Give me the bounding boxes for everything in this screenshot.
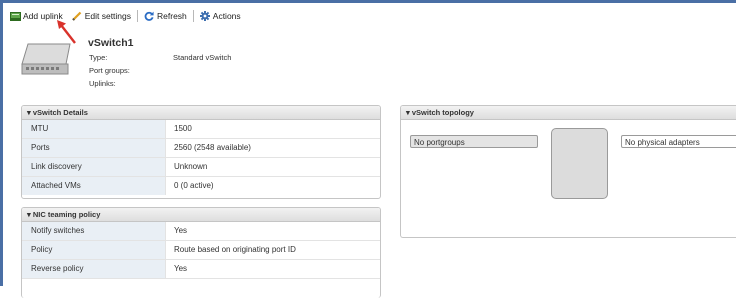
window-frame-top bbox=[0, 0, 736, 3]
row-value: Unknown bbox=[174, 162, 208, 171]
type-value: Standard vSwitch bbox=[173, 53, 232, 62]
row-value: 2560 (2548 available) bbox=[174, 143, 251, 152]
switch-icon bbox=[21, 43, 71, 75]
add-uplink-icon bbox=[10, 11, 21, 21]
table-row: Attached VMs 0 (0 active) bbox=[22, 177, 380, 195]
vswitch-topology-panel: ▾ vSwitch topology No portgroups No phys… bbox=[400, 105, 736, 238]
edit-settings-button[interactable]: Edit settings bbox=[71, 11, 132, 21]
row-label: Ports bbox=[22, 139, 166, 157]
row-label: Notify switches bbox=[22, 222, 166, 240]
nic-teaming-panel: ▾ NIC teaming policy Notify switches Yes… bbox=[21, 207, 381, 298]
chevron-down-icon: ▾ bbox=[27, 210, 31, 219]
nic-teaming-header[interactable]: ▾ NIC teaming policy bbox=[22, 208, 380, 222]
row-value: 0 (0 active) bbox=[174, 181, 214, 190]
toolbar: Add uplink Edit settings Refresh Actions bbox=[10, 8, 241, 24]
window-frame-left bbox=[0, 0, 3, 286]
switch-name: vSwitch1 bbox=[88, 37, 134, 49]
vswitch-details-panel: ▾ vSwitch Details MTU 1500 Ports 2560 (2… bbox=[21, 105, 381, 199]
table-row: Policy Route based on originating port I… bbox=[22, 241, 380, 260]
refresh-icon bbox=[144, 11, 154, 21]
toolbar-separator bbox=[137, 10, 139, 22]
table-row: Reverse policy Yes bbox=[22, 260, 380, 279]
chevron-down-icon: ▾ bbox=[27, 108, 31, 117]
vswitch-topology-header[interactable]: ▾ vSwitch topology bbox=[401, 106, 736, 120]
row-label: MTU bbox=[22, 120, 166, 138]
actions-button[interactable]: Actions bbox=[199, 11, 241, 21]
table-row: Link discovery Unknown bbox=[22, 158, 380, 177]
type-label: Type: bbox=[89, 53, 108, 62]
row-value: Yes bbox=[174, 264, 188, 273]
row-value: Route based on originating port ID bbox=[174, 245, 296, 254]
gear-icon bbox=[199, 11, 210, 21]
chevron-down-icon: ▾ bbox=[406, 108, 410, 117]
port-groups-label: Port groups: bbox=[89, 66, 130, 75]
refresh-label: Refresh bbox=[157, 11, 187, 21]
nic-teaming-title: NIC teaming policy bbox=[32, 210, 101, 219]
switch-block bbox=[551, 128, 608, 199]
vswitch-details-title: vSwitch Details bbox=[32, 108, 88, 117]
row-label: Attached VMs bbox=[22, 177, 166, 195]
actions-label: Actions bbox=[212, 11, 241, 21]
table-row: MTU 1500 bbox=[22, 120, 380, 139]
table-row: Ports 2560 (2548 available) bbox=[22, 139, 380, 158]
edit-settings-label: Edit settings bbox=[84, 11, 132, 21]
toolbar-separator bbox=[192, 10, 194, 22]
table-row: Notify switches Yes bbox=[22, 222, 380, 241]
adapters-box[interactable]: No physical adapters bbox=[621, 135, 736, 148]
row-label: Policy bbox=[22, 241, 166, 259]
refresh-button[interactable]: Refresh bbox=[144, 11, 187, 21]
row-label: Link discovery bbox=[22, 158, 166, 176]
row-value: 1500 bbox=[174, 124, 192, 133]
vswitch-details-header[interactable]: ▾ vSwitch Details bbox=[22, 106, 380, 120]
uplinks-label: Uplinks: bbox=[89, 79, 116, 88]
vswitch-topology-title: vSwitch topology bbox=[411, 108, 474, 117]
row-label: Reverse policy bbox=[22, 260, 166, 278]
portgroups-box[interactable]: No portgroups bbox=[410, 135, 538, 148]
row-value: Yes bbox=[174, 226, 188, 235]
